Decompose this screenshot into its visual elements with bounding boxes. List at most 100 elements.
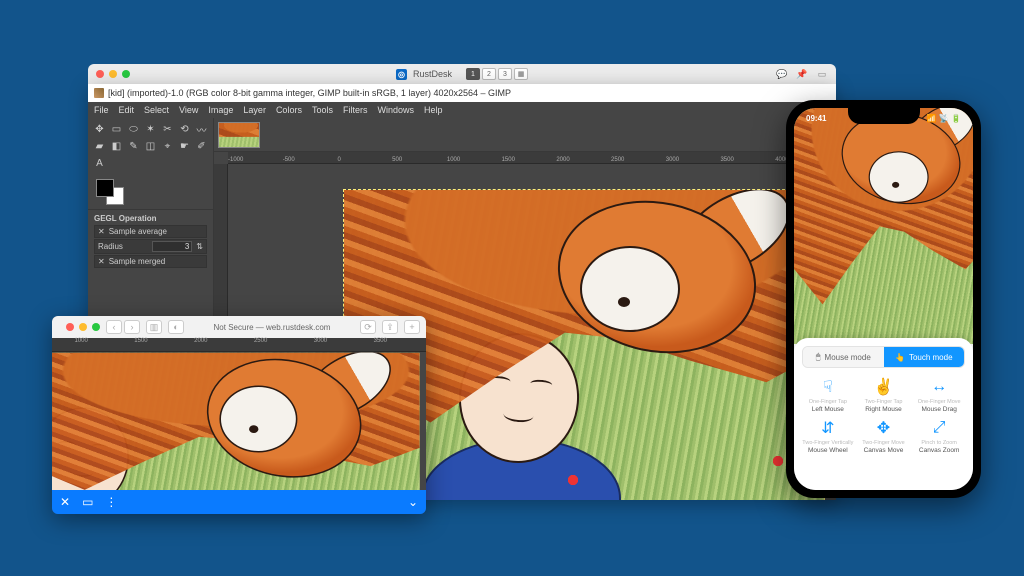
monitor-icon[interactable]: ▭: [816, 68, 828, 80]
web-canvas[interactable]: [52, 352, 426, 490]
sidebar-button[interactable]: ▥: [146, 320, 162, 334]
gimp-menubar: File Edit Select View Image Layer Colors…: [88, 102, 836, 118]
window-controls: [96, 70, 130, 78]
menu-edit[interactable]: Edit: [119, 105, 135, 115]
address-bar[interactable]: Not Secure — web.rustdesk.com: [190, 323, 354, 332]
artwork-image: [794, 108, 973, 344]
tap-icon: ☟: [817, 376, 839, 398]
display-tab-3[interactable]: 3: [498, 68, 512, 80]
close-icon[interactable]: ✕: [98, 227, 105, 236]
rustdesk-titlebar: ◎ RustDesk 1 2 3 ▦ 💬 📌 ▭: [88, 64, 836, 84]
bucket-tool-icon[interactable]: ▰: [92, 139, 107, 154]
fuzzy-select-tool-icon[interactable]: ✶: [143, 122, 158, 137]
scroll-icon: ⇵: [817, 417, 839, 439]
phone-notch: [848, 108, 920, 124]
phone-frame: 09:41 📶 📡 🔋 🖱 Mouse mode 👆 Touch mod: [786, 100, 981, 498]
gesture-left-mouse: ☟ One-Finger Tap Left Mouse: [802, 376, 854, 413]
display-tabs: 1 2 3 ▦: [466, 68, 528, 80]
menu-view[interactable]: View: [179, 105, 198, 115]
back-button[interactable]: ‹: [106, 320, 122, 334]
pencil-tool-icon[interactable]: ✎: [126, 139, 141, 154]
web-client-toolbar: ✕ ▭ ⋮ ⌄: [52, 490, 426, 514]
maximize-icon[interactable]: [122, 70, 130, 78]
menu-image[interactable]: Image: [208, 105, 233, 115]
mouse-mode-button[interactable]: 🖱 Mouse mode: [803, 347, 884, 367]
web-client-window: ‹ › ▥ ◐ Not Secure — web.rustdesk.com ⟳ …: [52, 316, 426, 514]
gesture-drag: ↔ One-Finger Move Mouse Drag: [913, 376, 965, 413]
new-tab-button[interactable]: +: [404, 320, 420, 334]
menu-file[interactable]: File: [94, 105, 109, 115]
maximize-icon[interactable]: [92, 323, 100, 331]
gesture-zoom: ⤢ Pinch to Zoom Canvas Zoom: [913, 417, 965, 454]
close-session-icon[interactable]: ✕: [60, 495, 70, 509]
display-tab-2[interactable]: 2: [482, 68, 496, 80]
spinner-icon[interactable]: ⇅: [196, 242, 203, 251]
move-tool-icon[interactable]: ✥: [92, 122, 107, 137]
horizontal-ruler: -1000 -500 0 500 1000 1500 2000 2500 300…: [228, 152, 836, 164]
gimp-title-text: [kid] (imported)-1.0 (RGB color 8-bit ga…: [108, 88, 511, 98]
pan-icon: ✥: [872, 417, 894, 439]
minimize-icon[interactable]: [79, 323, 87, 331]
rustdesk-icon: ◎: [396, 69, 407, 80]
smudge-tool-icon[interactable]: ☛: [177, 139, 192, 154]
display-tab-1[interactable]: 1: [466, 68, 480, 80]
clone-tool-icon[interactable]: ⌖: [160, 139, 175, 154]
menu-colors[interactable]: Colors: [276, 105, 302, 115]
status-icons: 📶 📡 🔋: [927, 114, 961, 123]
more-icon[interactable]: ⋮: [105, 495, 117, 509]
color-swatches[interactable]: [88, 173, 213, 209]
touch-mode-button[interactable]: 👆 Touch mode: [884, 347, 965, 367]
window-controls: [66, 323, 100, 331]
eraser-tool-icon[interactable]: ◫: [143, 139, 158, 154]
chevron-down-icon[interactable]: ⌄: [408, 495, 418, 509]
menu-layer[interactable]: Layer: [243, 105, 266, 115]
share-button[interactable]: ⇪: [382, 320, 398, 334]
transform-tool-icon[interactable]: ⟲: [177, 122, 192, 137]
status-time: 09:41: [806, 114, 826, 123]
shield-icon[interactable]: ◐: [168, 320, 184, 334]
option-radius[interactable]: Radius ⇅: [94, 239, 207, 254]
option-sample-average[interactable]: ✕Sample average: [94, 225, 207, 238]
close-icon[interactable]: [66, 323, 74, 331]
crop-tool-icon[interactable]: ✂: [160, 122, 175, 137]
display-tab-grid[interactable]: ▦: [514, 68, 528, 80]
chat-icon[interactable]: 💬: [776, 68, 788, 80]
foreground-swatch[interactable]: [96, 179, 114, 197]
close-icon[interactable]: [96, 70, 104, 78]
gimp-titlebar: [kid] (imported)-1.0 (RGB color 8-bit ga…: [88, 84, 836, 102]
menu-windows[interactable]: Windows: [377, 105, 414, 115]
artwork-image: [52, 353, 420, 490]
path-tool-icon[interactable]: ✐: [194, 139, 209, 154]
gradient-tool-icon[interactable]: ◧: [109, 139, 124, 154]
free-select-tool-icon[interactable]: ⬭: [126, 122, 141, 137]
pin-icon[interactable]: 📌: [796, 68, 808, 80]
phone-screen: 09:41 📶 📡 🔋 🖱 Mouse mode 👆 Touch mod: [794, 108, 973, 490]
reload-button[interactable]: ⟳: [360, 320, 376, 334]
minimize-icon[interactable]: [109, 70, 117, 78]
close-icon[interactable]: ✕: [98, 257, 105, 266]
gimp-icon: [94, 88, 104, 98]
radius-input[interactable]: [152, 241, 192, 252]
warp-tool-icon[interactable]: 〰: [194, 122, 209, 137]
image-thumb[interactable]: [218, 122, 260, 148]
menu-tools[interactable]: Tools: [312, 105, 333, 115]
pinch-icon: ⤢: [928, 417, 950, 439]
text-tool-icon[interactable]: A: [92, 156, 107, 171]
gesture-wheel: ⇵ Two-Finger Vertically Mouse Wheel: [802, 417, 854, 454]
gesture-right-mouse: ✌ Two-Finger Tap Right Mouse: [858, 376, 910, 413]
drag-icon: ↔: [928, 376, 950, 398]
menu-filters[interactable]: Filters: [343, 105, 368, 115]
app-name: RustDesk: [413, 69, 452, 79]
web-ruler: 1000 1500 2000 2500 3000 3500: [52, 338, 426, 352]
gesture-help-sheet: 🖱 Mouse mode 👆 Touch mode ☟ One-Finger T…: [794, 338, 973, 490]
rect-select-tool-icon[interactable]: ▭: [109, 122, 124, 137]
forward-button[interactable]: ›: [124, 320, 140, 334]
monitor-icon[interactable]: ▭: [82, 495, 93, 509]
dock-header: GEGL Operation: [94, 214, 207, 223]
mouse-icon: 🖱: [816, 352, 821, 362]
remote-view[interactable]: [794, 108, 973, 344]
menu-select[interactable]: Select: [144, 105, 169, 115]
menu-help[interactable]: Help: [424, 105, 443, 115]
option-sample-merged[interactable]: ✕Sample merged: [94, 255, 207, 268]
mode-toggle: 🖱 Mouse mode 👆 Touch mode: [802, 346, 965, 368]
